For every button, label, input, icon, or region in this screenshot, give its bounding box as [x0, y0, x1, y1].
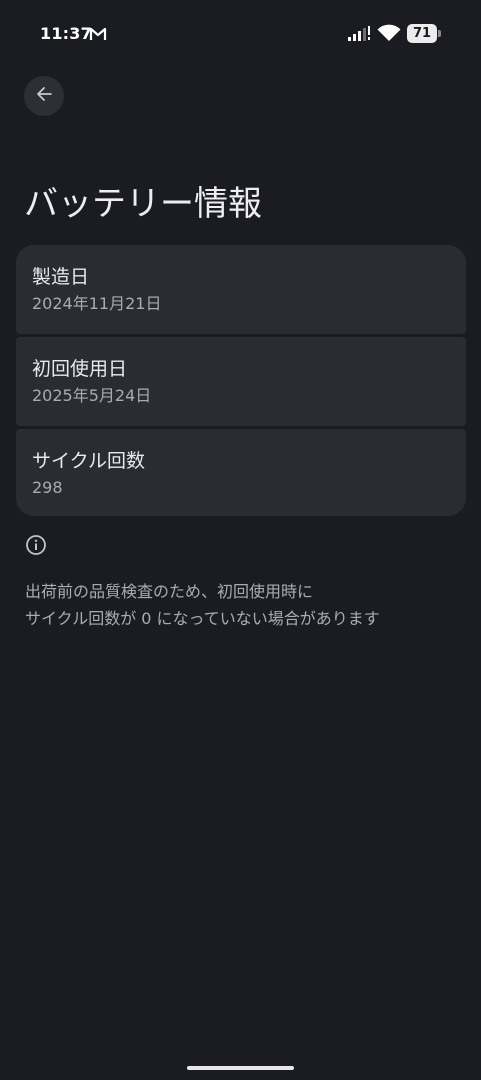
battery-tip	[438, 30, 441, 37]
gmail-icon	[89, 26, 107, 45]
battery-icon: 71	[407, 24, 437, 43]
note-line: サイクル回数が 0 になっていない場合があります	[25, 609, 380, 628]
first-use-date-item[interactable]: 初回使用日 2025年5月24日	[16, 337, 466, 426]
back-button[interactable]	[24, 76, 64, 116]
item-value: 298	[32, 478, 63, 497]
item-value: 2025年5月24日	[32, 386, 152, 405]
page-title: バッテリー情報	[24, 184, 262, 224]
note-line: 出荷前の品質検査のため、初回使用時に	[25, 582, 314, 601]
item-label: 初回使用日	[32, 358, 128, 380]
signal-icon	[347, 26, 371, 46]
footer-note: 出荷前の品質検査のため、初回使用時に サイクル回数が 0 になっていない場合があ…	[25, 578, 465, 632]
cycle-count-item[interactable]: サイクル回数 298	[16, 429, 466, 516]
status-time: 11:37	[40, 24, 92, 43]
manufacture-date-item[interactable]: 製造日 2024年11月21日	[16, 245, 466, 334]
info-icon	[25, 534, 47, 560]
item-label: サイクル回数	[32, 450, 146, 472]
wifi-icon	[377, 24, 401, 46]
status-bar: 11:37 71	[0, 0, 481, 68]
home-indicator[interactable]	[187, 1066, 294, 1070]
arrow-left-icon	[35, 85, 53, 107]
item-value: 2024年11月21日	[32, 294, 162, 313]
battery-info-list: 製造日 2024年11月21日 初回使用日 2025年5月24日 サイクル回数 …	[16, 245, 466, 516]
item-label: 製造日	[32, 266, 90, 288]
